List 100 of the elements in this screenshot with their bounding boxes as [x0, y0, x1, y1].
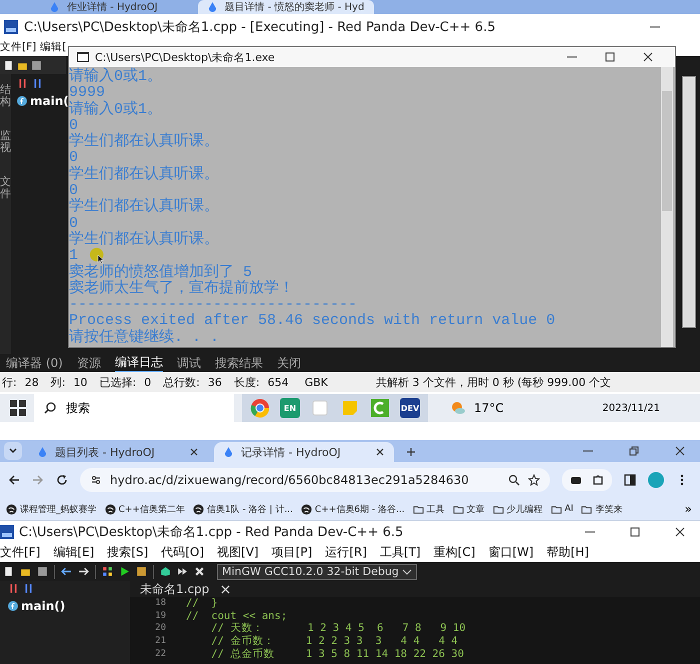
panel-tab[interactable]: 关闭: [276, 354, 301, 372]
windows-start-icon[interactable]: [10, 400, 26, 416]
search-icon: [44, 402, 56, 414]
line-number: 21: [154, 636, 166, 646]
side-tab[interactable]: 结构: [0, 84, 11, 108]
file-tab[interactable]: 未命名1.cpp: [140, 580, 210, 598]
play-icon[interactable]: [119, 566, 130, 577]
browser-tab[interactable]: 题目列表 - HydroOJ: [28, 442, 208, 462]
panel-tab[interactable]: 调试: [176, 354, 201, 372]
panel-tab[interactable]: 编译器 (0): [6, 354, 63, 372]
app-tile-icon[interactable]: DEV: [400, 398, 420, 418]
panel-tab[interactable]: 搜索结果: [214, 354, 263, 372]
console-line: 请按任意键继续. . .: [69, 330, 220, 346]
menu-item[interactable]: 编辑[: [40, 40, 66, 54]
console-line: 0: [69, 150, 78, 166]
code-line: // 金币数： 1 2 2 3 3 3 4 4 4 4: [210, 635, 458, 648]
sort-icon: [23, 583, 34, 594]
tree-item[interactable]: main(): [21, 599, 66, 613]
console-line: --------------------------------: [69, 297, 358, 314]
new-tab-icon[interactable]: [406, 447, 416, 457]
c-app-icon[interactable]: [370, 398, 390, 418]
browser-app-icon[interactable]: [250, 398, 270, 418]
status-value: 10: [73, 376, 88, 388]
tab-list-button[interactable]: [4, 442, 22, 460]
sort-icon: [32, 78, 43, 89]
close-icon[interactable]: [675, 527, 685, 537]
menu-item[interactable]: 帮助[H]: [546, 544, 589, 561]
panel-tab[interactable]: 资源: [76, 354, 101, 372]
fast-forward-icon[interactable]: [177, 566, 188, 577]
save-icon: [37, 566, 48, 577]
bookmark[interactable]: 课程管理_蚂蚁赛学: [6, 502, 96, 516]
menu-item[interactable]: 运行[R]: [325, 544, 367, 561]
globe-icon: [6, 504, 17, 514]
bookmark[interactable]: C++信奥第二年: [104, 502, 185, 516]
menu-item[interactable]: 编辑[E]: [53, 544, 94, 561]
function-icon: [8, 601, 18, 611]
folder-icon: [452, 504, 464, 514]
side-tab[interactable]: 文件: [0, 176, 11, 201]
scrollbar[interactable]: [661, 67, 673, 347]
status-message: 共解析 3 个文件，用时 0 秒 (每秒 999.00 个文: [376, 374, 612, 390]
menu-item[interactable]: 代码[O]: [161, 544, 204, 561]
browser-tab[interactable]: 题目详情 - 愤怒的窦老师 - Hyd: [198, 0, 374, 14]
console-line: Process exited after 58.46 seconds with return value 0: [69, 313, 556, 330]
close-icon[interactable]: [190, 448, 198, 456]
maximize-icon[interactable]: [630, 527, 640, 537]
tree-item[interactable]: main(: [30, 94, 69, 108]
zoom-icon[interactable]: [508, 474, 520, 486]
line-number: 22: [154, 648, 166, 659]
status-label: 行:: [2, 374, 17, 390]
bookmark[interactable]: 文章: [452, 502, 485, 516]
console-line: 学生们都在认真听课。: [69, 134, 219, 150]
line-number: 18: [154, 598, 166, 608]
close-icon[interactable]: [376, 448, 384, 456]
restore-icon[interactable]: [629, 446, 639, 456]
maximize-icon[interactable]: [605, 52, 615, 62]
menu-item[interactable]: 重构[C]: [434, 544, 476, 561]
bookmark[interactable]: 信奥1队 - 洛谷 | 计...: [192, 502, 293, 516]
bookmark[interactable]: AI: [550, 504, 574, 514]
menu-item[interactable]: 视图[V]: [217, 544, 259, 561]
console-line: 1: [69, 248, 78, 264]
globe-icon: [104, 504, 116, 514]
browser-tab[interactable]: 作业详情 - HydroOJ: [40, 0, 168, 14]
star-icon[interactable]: [528, 474, 540, 486]
arrow-right-icon[interactable]: [78, 566, 89, 577]
bookmark[interactable]: 少儿编程: [492, 502, 543, 516]
bookmark[interactable]: 工具: [412, 502, 445, 516]
close-icon[interactable]: [675, 446, 685, 456]
side-panel-icon[interactable]: [624, 474, 636, 486]
grid-icon[interactable]: [102, 566, 113, 577]
side-tab[interactable]: 监视: [0, 130, 11, 154]
console-line: 学生们都在认真听课。: [69, 166, 219, 184]
menu-item[interactable]: 搜索[S]: [107, 544, 148, 561]
compiler-dropdown[interactable]: MinGW GCC10.2.0 32-bit Debug: [217, 564, 417, 580]
status-label: 已选择:: [99, 374, 136, 390]
globe-icon: [192, 504, 204, 514]
menu-item[interactable]: 文件[F]: [0, 40, 36, 54]
address-bar[interactable]: hydro.ac/d/zixuewang/record/6560bc84813ec291a5284630: [80, 468, 550, 492]
bookmark[interactable]: C++信奥6期 - 洛谷...: [300, 502, 405, 516]
back-icon[interactable]: [8, 474, 20, 486]
more-bookmarks-button[interactable]: »: [684, 502, 692, 516]
console-line: 请输入0或1。: [69, 102, 162, 118]
menu-item[interactable]: 工具[T]: [380, 544, 421, 561]
console-line: 窦老师太生气了，宣布提前放学！: [69, 280, 294, 298]
menu-item[interactable]: 文件[F]: [0, 544, 40, 561]
close-icon[interactable]: [643, 52, 653, 62]
folder-icon: [550, 504, 562, 514]
taskbar-search-field[interactable]: 搜索: [34, 394, 234, 422]
app-tile-icon[interactable]: EN: [280, 398, 300, 418]
console-line: 窦老师的愤怒值增加到了 5: [69, 264, 252, 281]
window-title: C:\Users\PC\Desktop\未命名1.cpp - Red Panda Dev-C++ 6.5: [19, 524, 404, 541]
bookmark[interactable]: 李笑来: [581, 502, 622, 516]
arrow-left-icon[interactable]: [61, 566, 72, 577]
menu-item[interactable]: 窗口[W]: [488, 544, 534, 561]
code-line: // 总金币数 1 3 5 8 11 14 18 22 26 30: [210, 648, 464, 660]
console-line: 0: [69, 216, 78, 232]
menu-item[interactable]: 项目[P]: [272, 544, 312, 561]
scrollbar[interactable]: [682, 76, 696, 328]
stop-icon[interactable]: [194, 566, 205, 577]
browser-tab[interactable]: 记录详情 - HydroOJ: [214, 442, 394, 462]
reload-icon[interactable]: [56, 474, 68, 486]
